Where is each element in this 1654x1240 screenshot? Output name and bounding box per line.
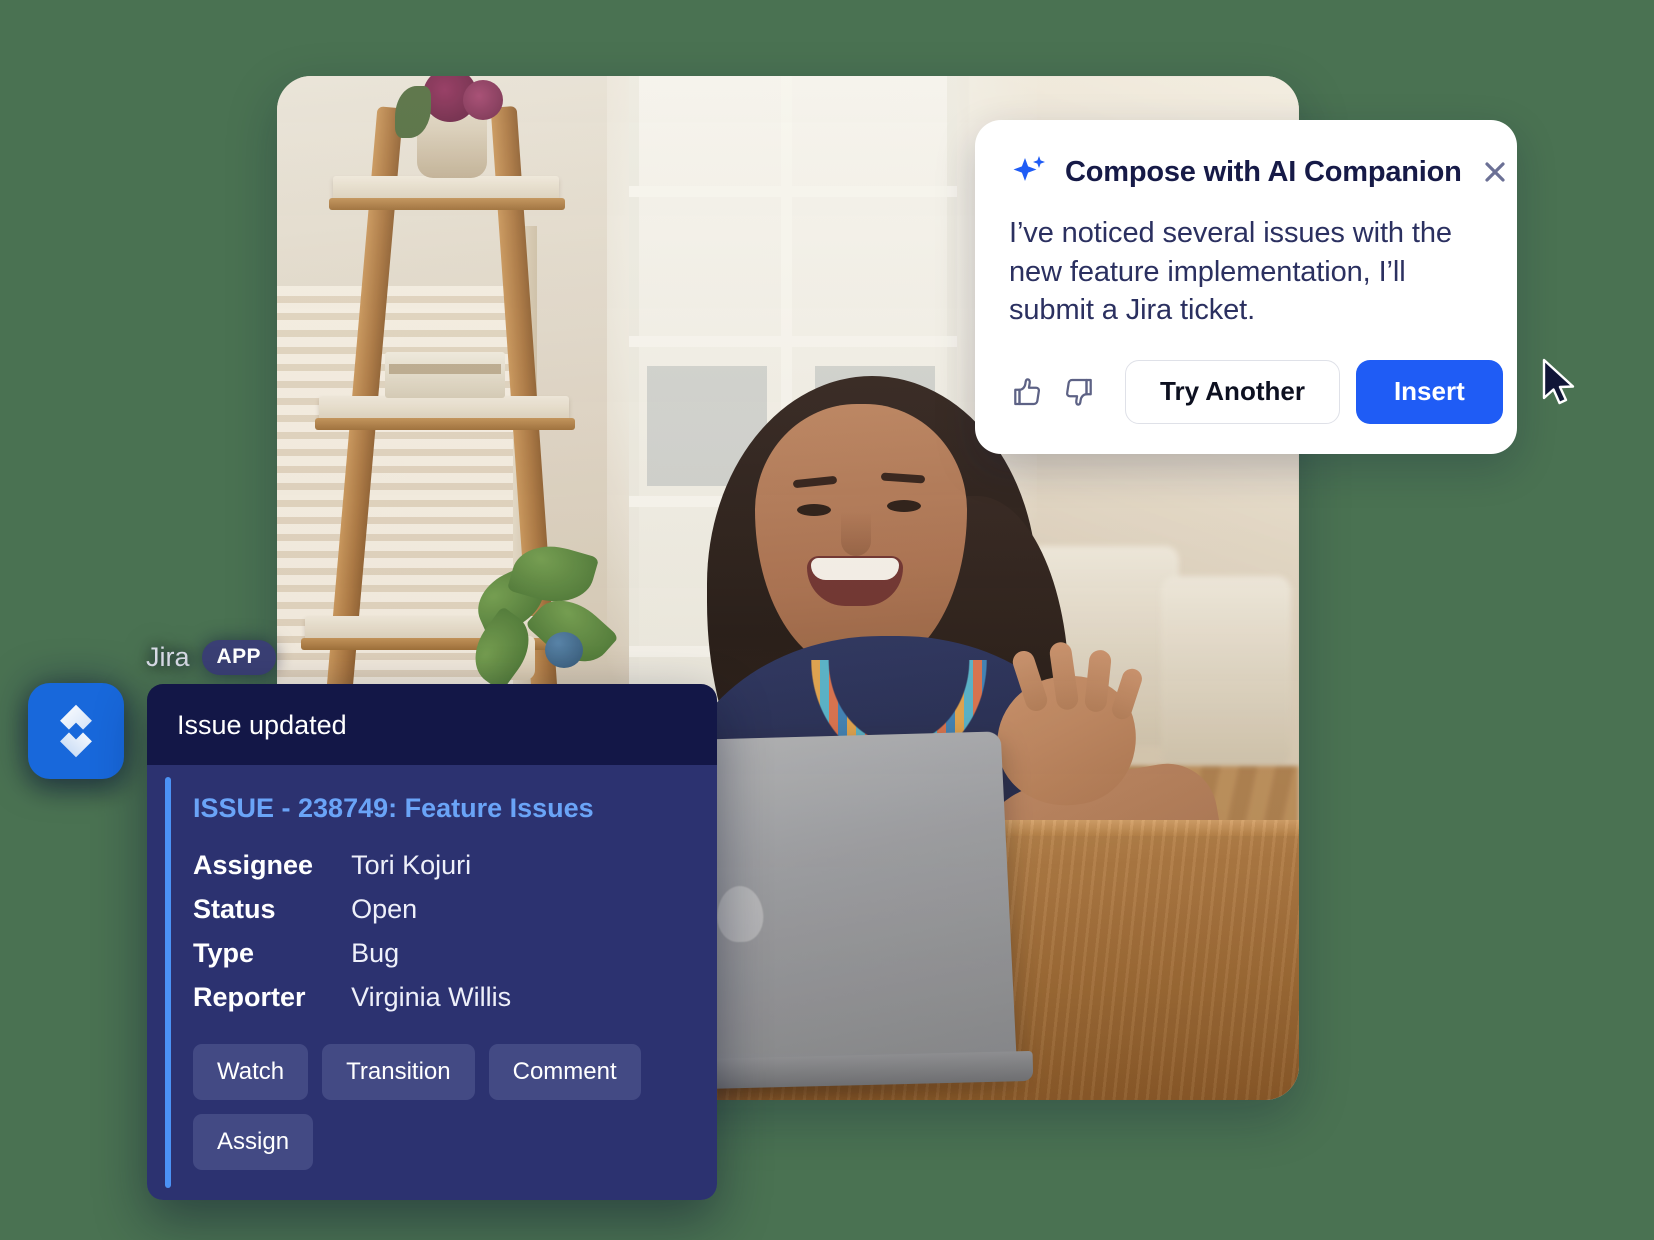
jira-logo-icon[interactable] <box>28 683 124 779</box>
jira-card-actions: Watch Transition Comment Assign <box>193 1044 693 1170</box>
background-chair <box>1161 576 1291 766</box>
door-mullion <box>629 186 957 197</box>
table-row: Reporter Virginia Willis <box>193 982 511 1026</box>
jira-card-body: ISSUE - 238749: Feature Issues Assignee … <box>147 765 717 1200</box>
person-eye <box>887 500 921 512</box>
comment-button[interactable]: Comment <box>489 1044 641 1100</box>
field-value: Virginia Willis <box>351 982 511 1026</box>
field-value: Open <box>351 894 511 938</box>
jira-app-meta: Jira APP <box>146 640 276 675</box>
jira-card-header: Issue updated <box>147 684 717 765</box>
jira-issue-link[interactable]: ISSUE - 238749: Feature Issues <box>193 793 594 824</box>
field-label: Reporter <box>193 982 351 1026</box>
ai-companion-popover: Compose with AI Companion I’ve noticed s… <box>975 120 1517 454</box>
small-blue-pot <box>545 632 583 668</box>
jira-accent-bar <box>165 777 171 1188</box>
thumbs-up-icon[interactable] <box>1009 370 1045 414</box>
door-mullion <box>629 336 957 347</box>
person-nose <box>841 512 871 556</box>
close-icon[interactable] <box>1478 155 1512 189</box>
transition-button[interactable]: Transition <box>322 1044 474 1100</box>
insert-button[interactable]: Insert <box>1356 360 1503 424</box>
ai-popover-title: Compose with AI Companion <box>1065 156 1462 189</box>
field-label: Status <box>193 894 351 938</box>
jira-notification-card: Issue updated ISSUE - 238749: Feature Is… <box>147 684 717 1200</box>
flower-blossom <box>463 80 503 120</box>
person-eye <box>797 504 831 516</box>
jira-app-name: Jira <box>146 642 190 673</box>
laptop-logo-icon <box>717 885 765 942</box>
shelf-books <box>389 364 501 374</box>
field-value: Bug <box>351 938 511 982</box>
field-label: Type <box>193 938 351 982</box>
ladder-rung <box>315 418 575 430</box>
sparkle-icon <box>1009 152 1049 192</box>
table-row: Type Bug <box>193 938 511 982</box>
try-another-button[interactable]: Try Another <box>1125 360 1340 424</box>
field-value: Tori Kojuri <box>351 850 511 894</box>
ai-popover-actions: Try Another Insert <box>1009 360 1483 424</box>
thumbs-down-icon[interactable] <box>1061 370 1097 414</box>
field-label: Assignee <box>193 850 351 894</box>
table-row: Status Open <box>193 894 511 938</box>
assign-button[interactable]: Assign <box>193 1114 313 1170</box>
shelf-books <box>385 352 505 398</box>
jira-card-content: ISSUE - 238749: Feature Issues Assignee … <box>147 793 717 1170</box>
ai-popover-header: Compose with AI Companion <box>1009 152 1483 192</box>
table-row: Assignee Tori Kojuri <box>193 850 511 894</box>
flower-vase <box>417 116 487 178</box>
person-teeth <box>811 558 899 580</box>
ai-generated-message: I’ve noticed several issues with the new… <box>1009 214 1483 330</box>
ladder-rung <box>329 198 565 210</box>
watch-button[interactable]: Watch <box>193 1044 308 1100</box>
jira-card-title: Issue updated <box>177 710 687 741</box>
mouse-pointer-icon <box>1540 358 1584 410</box>
app-tag-badge: APP <box>202 640 276 675</box>
jira-field-table: Assignee Tori Kojuri Status Open Type Bu… <box>193 850 511 1026</box>
